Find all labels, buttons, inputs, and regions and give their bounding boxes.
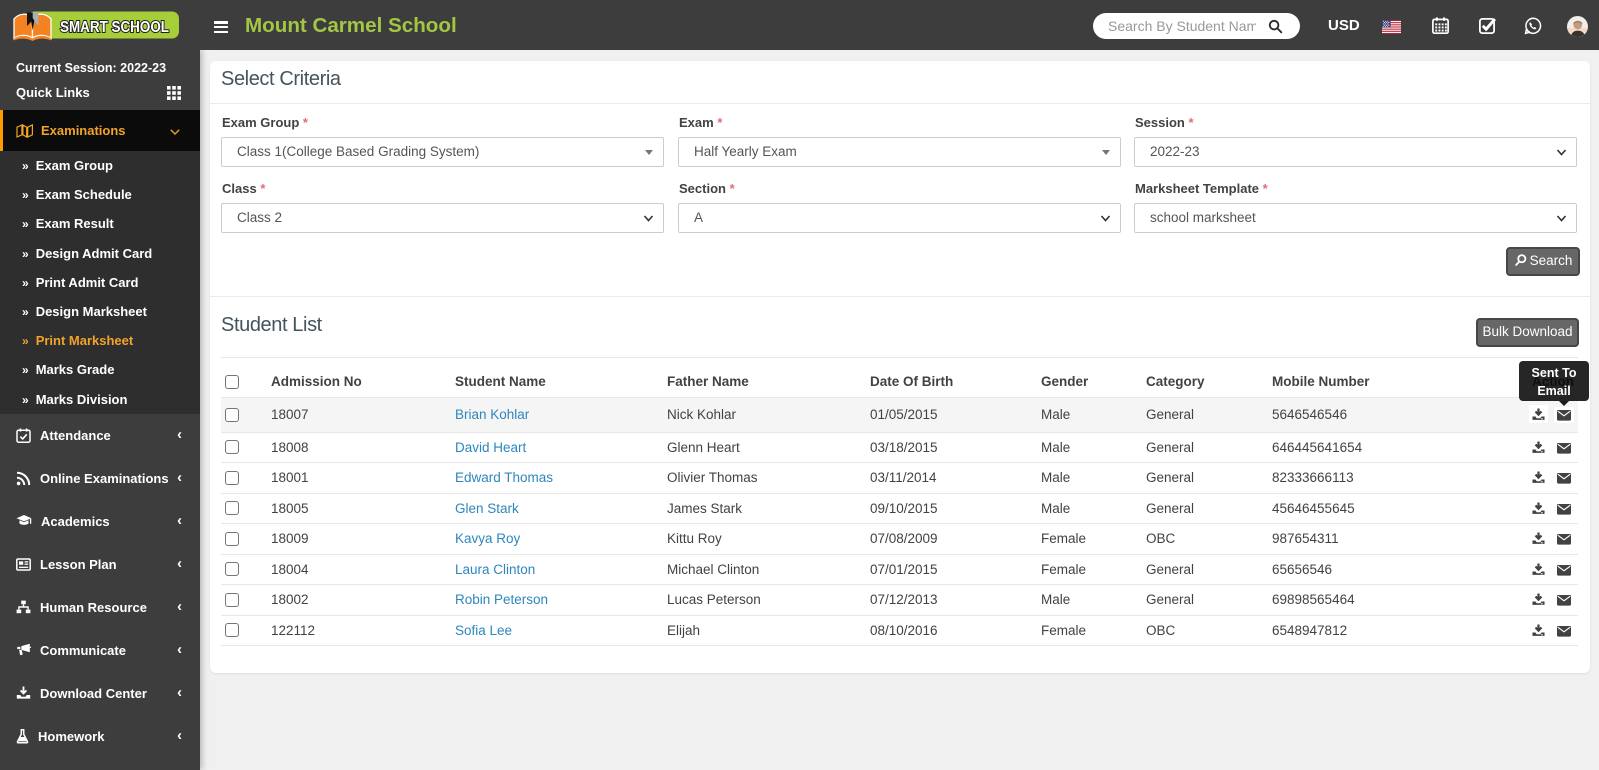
svg-text:SMART SCHOOL: SMART SCHOOL [60,19,169,36]
